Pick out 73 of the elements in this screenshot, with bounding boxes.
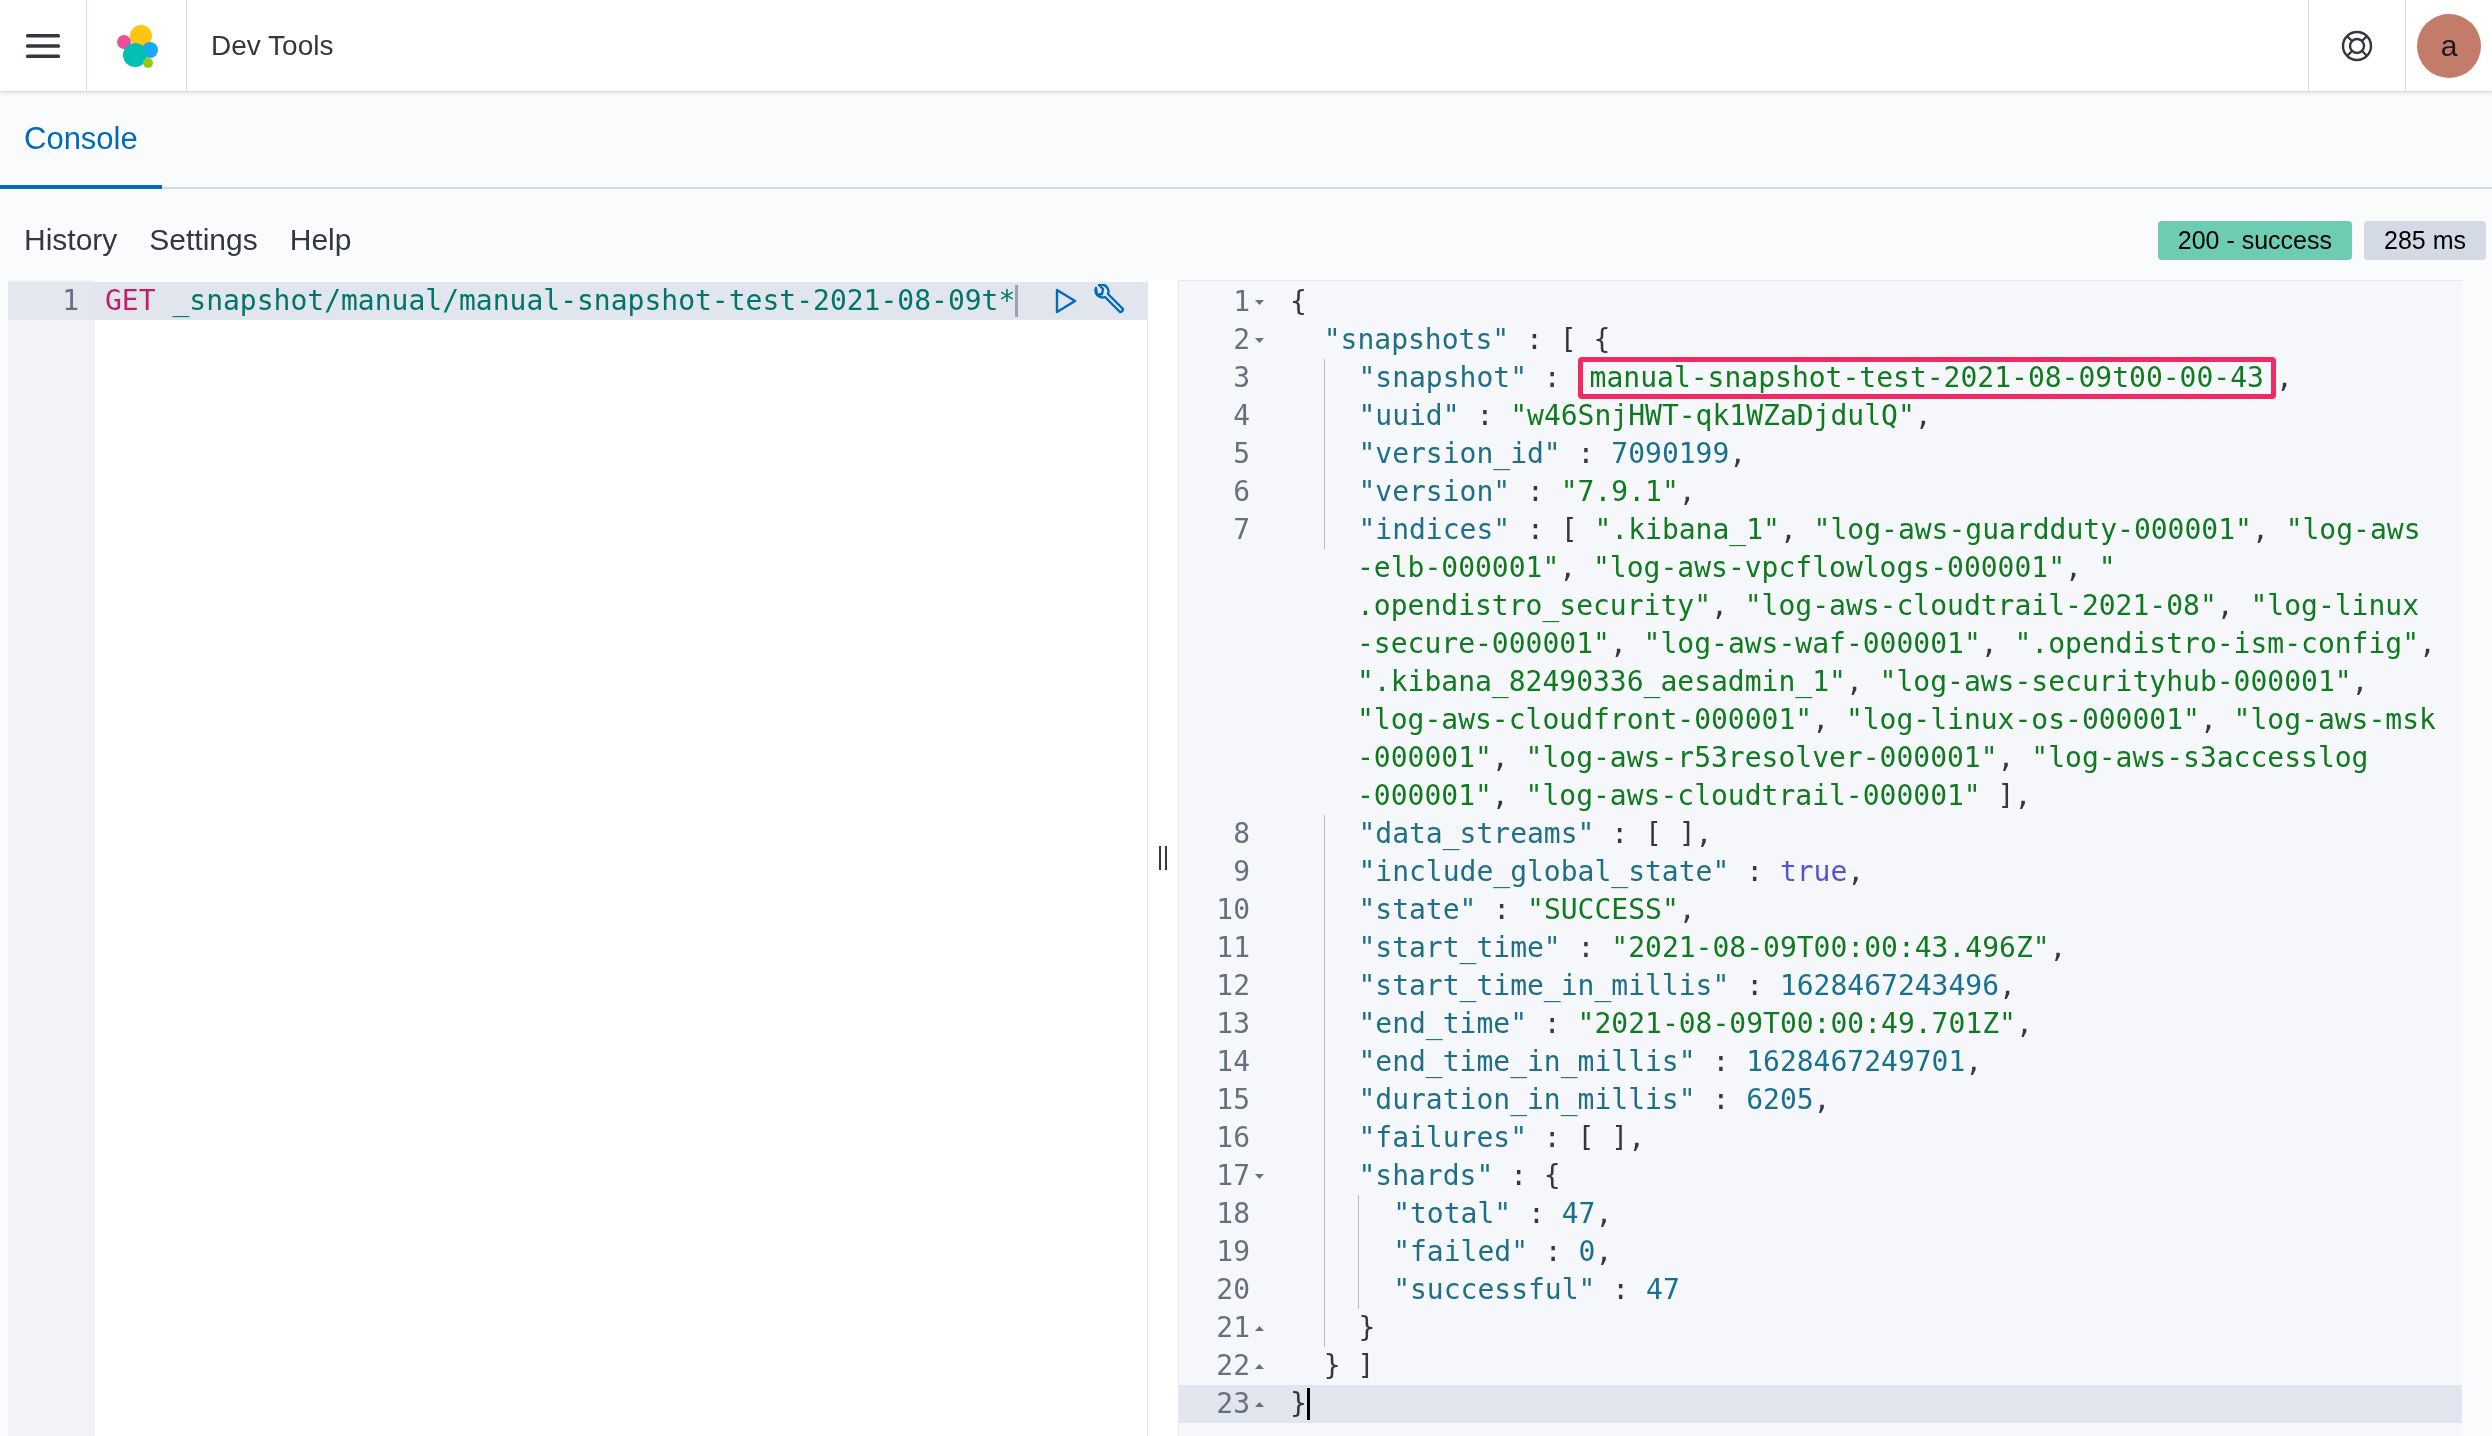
fold-arrow-icon[interactable] <box>1254 1325 1264 1331</box>
line-number: 4 <box>1233 398 1250 434</box>
code-line: "start_time" : "2021-08-09T00:00:43.496Z", <box>1280 929 2462 967</box>
code-line: "uuid" : "w46SnjHWT-qk1WZaDjdulQ", <box>1280 397 2462 435</box>
code-line: -secure-000001", "log-aws-waf-000001", ".opendistro-ism-config", <box>1356 626 2437 662</box>
code-text: , <box>2275 360 2293 396</box>
line-number: 6 <box>1233 474 1250 510</box>
line-number: 1 <box>62 283 79 319</box>
code-line: -elb-000001", "log-aws-vpcflowlogs-000001", " <box>1356 550 2117 586</box>
code-line: { <box>1289 284 1308 320</box>
code-line: } <box>1280 1309 2462 1347</box>
line-number: 20 <box>1216 1272 1250 1308</box>
menu-icon[interactable] <box>26 32 60 59</box>
line-number: 10 <box>1216 892 1250 928</box>
line-number: 16 <box>1216 1120 1250 1156</box>
fold-arrow-icon[interactable] <box>1254 337 1264 343</box>
code-line: "snapshots" : [ { <box>1322 322 1612 358</box>
fold-arrow-icon[interactable] <box>1254 1173 1264 1179</box>
menu-link[interactable]: Settings <box>125 223 258 257</box>
line-number: 13 <box>1216 1006 1250 1042</box>
code-line: "duration_in_millis" : 6205, <box>1280 1081 2462 1119</box>
line-number: 11 <box>1216 930 1250 966</box>
line-number: 14 <box>1216 1044 1250 1080</box>
line-number: 18 <box>1216 1196 1250 1232</box>
help-icon[interactable] <box>2340 28 2374 63</box>
line-number: 1 <box>1233 284 1250 320</box>
code-line: "data_streams" : [ ], <box>1280 815 2462 853</box>
line-number: 15 <box>1216 1082 1250 1118</box>
fold-arrow-icon[interactable] <box>1254 299 1264 305</box>
code-line: "total" : 47, <box>1280 1195 2462 1233</box>
code-line: "successful" : 47 <box>1280 1271 2462 1309</box>
play-icon[interactable] <box>1055 288 1077 314</box>
fold-arrow-icon[interactable] <box>1254 1363 1264 1369</box>
code-line: -000001", "log-aws-cloudtrail-000001" ], <box>1356 778 2033 814</box>
line-number: 7 <box>1233 512 1250 548</box>
code-line: "start_time_in_millis" : 1628467243496, <box>1280 967 2462 1005</box>
user-avatar[interactable]: a <box>2417 13 2481 78</box>
line-number: 5 <box>1233 436 1250 472</box>
status-badge: 200 - success <box>2157 220 2352 260</box>
menu-link[interactable]: History <box>0 223 118 257</box>
code-line: "include_global_state" : true, <box>1280 853 2462 891</box>
code-line: "state" : "SUCCESS", <box>1280 891 2462 929</box>
code-text: "snapshot" : <box>1290 359 1578 397</box>
fold-arrow-icon[interactable] <box>1254 1401 1264 1407</box>
line-number: 17 <box>1216 1158 1250 1194</box>
line-number: 22 <box>1216 1348 1250 1384</box>
code-line: "log-aws-cloudfront-000001", "log-linux-os-000001", "log-aws-msk <box>1356 702 2437 738</box>
line-number: 3 <box>1233 360 1250 396</box>
line-number: 12 <box>1216 968 1250 1004</box>
resize-handle[interactable] <box>1158 846 1168 870</box>
line-number: 8 <box>1233 816 1250 852</box>
line-number: 2 <box>1233 322 1250 358</box>
code-line: ".kibana_82490336_aesadmin_1", "log-aws-securityhub-000001", <box>1356 664 2370 700</box>
line-number: 9 <box>1233 854 1250 890</box>
menu-link[interactable]: Help <box>265 223 352 257</box>
code-line: "failed" : 0, <box>1280 1233 2462 1271</box>
line-number: 21 <box>1216 1310 1250 1346</box>
line-number: 19 <box>1216 1234 1250 1270</box>
line-number: 23 <box>1216 1386 1250 1422</box>
code-line: "version" : "7.9.1", <box>1280 473 2462 511</box>
code-line: "end_time" : "2021-08-09T00:00:49.701Z", <box>1280 1005 2462 1043</box>
code-line: "shards" : { <box>1280 1157 2462 1195</box>
app-title: Dev Tools <box>210 28 334 63</box>
code-line: "indices" : [ ".kibana_1", "log-aws-guardduty-000001", "log-aws <box>1280 511 2462 549</box>
code-line: "end_time_in_millis" : 1628467249701, <box>1280 1043 2462 1081</box>
code-line: "version_id" : 7090199, <box>1280 435 2462 473</box>
code-line: "failures" : [ ], <box>1280 1119 2462 1157</box>
code-line: .opendistro_security", "log-aws-cloudtrail-2021-08", "log-linux <box>1356 588 2421 624</box>
highlighted-value: manual-snapshot-test-2021-08-09t00-00-43 <box>1577 357 2276 399</box>
code-line: -000001", "log-aws-r53resolver-000001", "log-aws-s3accesslog <box>1356 740 2370 776</box>
console-tab[interactable]: Console <box>0 92 162 189</box>
time-badge: 285 ms <box>2364 220 2486 260</box>
code-line: } ] <box>1322 1348 1376 1384</box>
